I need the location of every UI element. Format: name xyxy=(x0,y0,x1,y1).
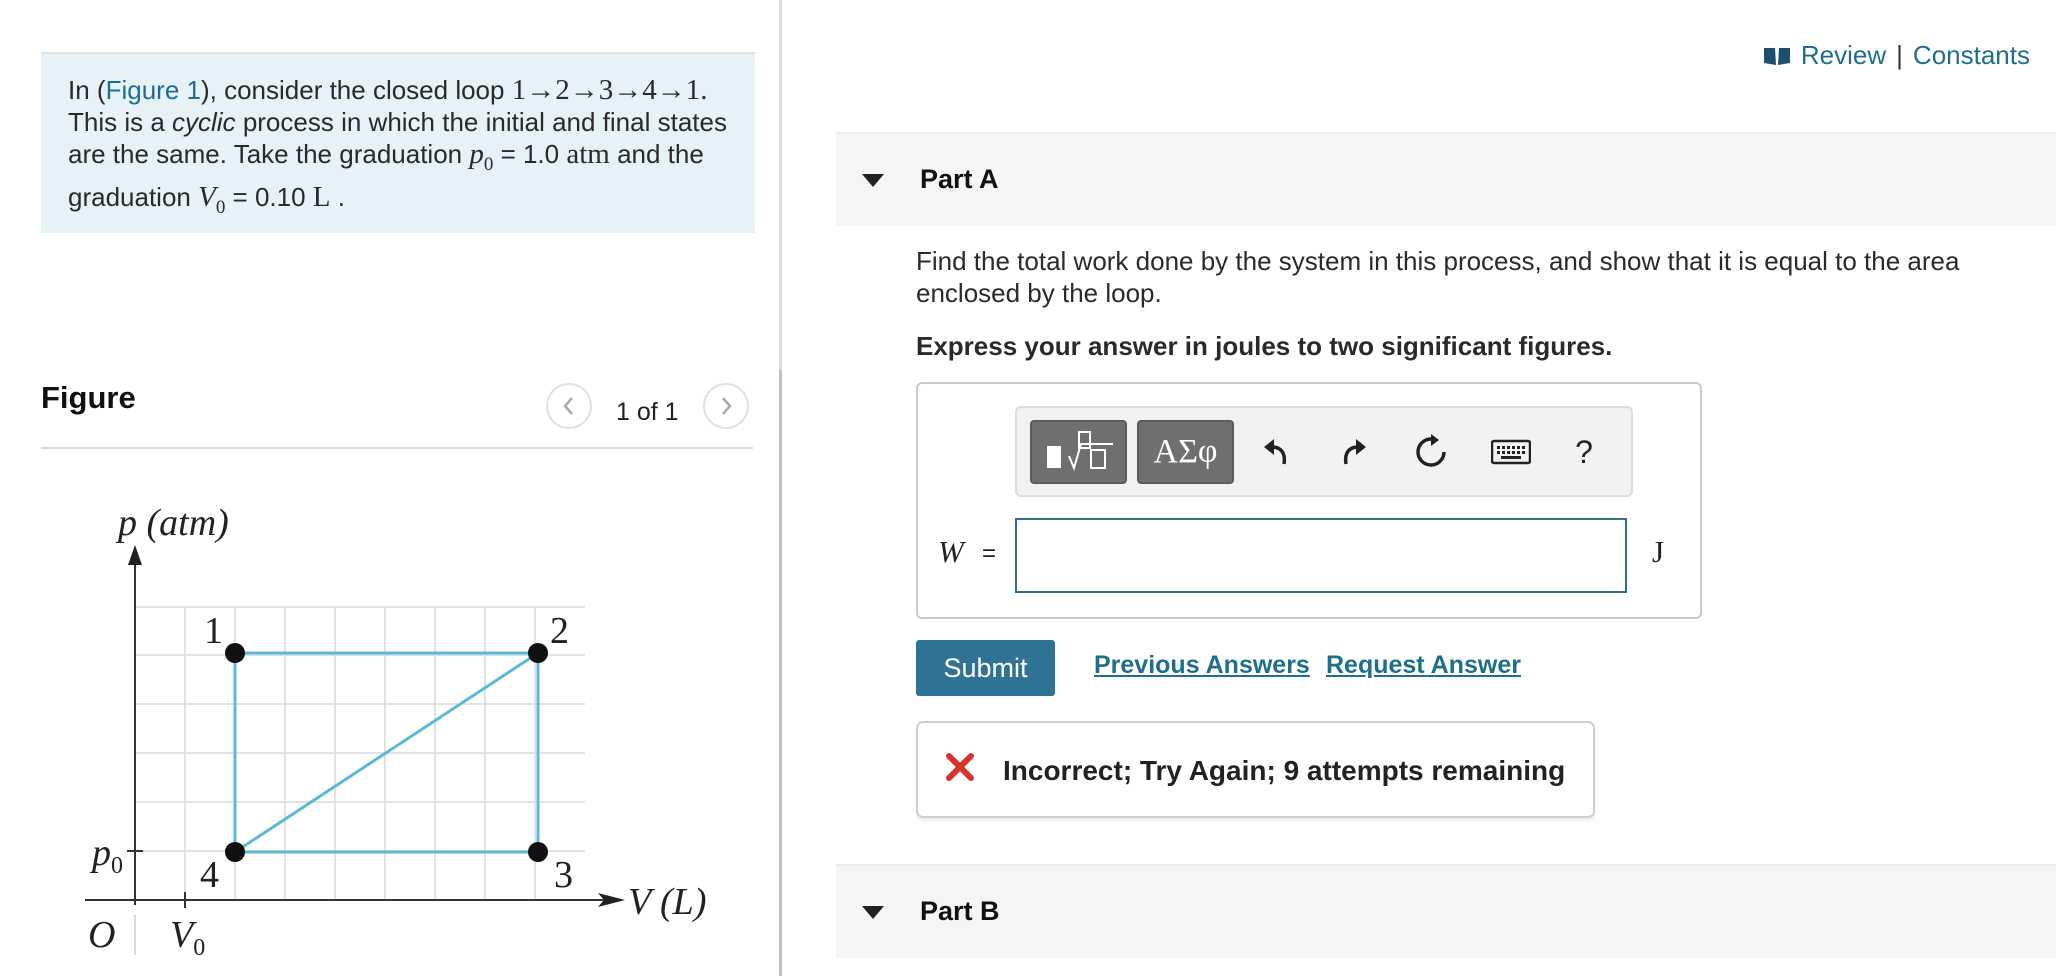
unit-label: J xyxy=(1652,534,1665,569)
request-answer-link[interactable]: Request Answer xyxy=(1326,651,1521,680)
symbols-button[interactable]: ΑΣφ xyxy=(1137,420,1234,484)
figure-counter: 1 of 1 xyxy=(616,398,679,426)
collapse-triangle-icon xyxy=(862,906,884,919)
x-mark-icon xyxy=(946,753,974,781)
figure-title: Figure xyxy=(41,380,136,415)
x-axis-label: V (L) xyxy=(628,881,706,923)
book-icon xyxy=(1763,47,1790,65)
help-button[interactable]: ? xyxy=(1557,424,1611,480)
state-label-1: 1 xyxy=(204,610,223,652)
figure-next-button[interactable] xyxy=(703,383,749,429)
state-label-2: 2 xyxy=(550,610,569,652)
feedback-text: Incorrect; Try Again; 9 attempts remaini… xyxy=(1003,755,1566,786)
review-constants: Review | Constants xyxy=(1763,40,2030,71)
answer-area: ΑΣφ ? W = J xyxy=(916,382,1702,619)
origin-label: O xyxy=(88,914,115,956)
question-text: Find the total work done by the system i… xyxy=(916,246,1960,308)
problem-text: In ( xyxy=(68,75,106,105)
p0-value: = 1.0 xyxy=(493,139,567,169)
part-a-label: Part A xyxy=(920,164,999,194)
figure-link[interactable]: Figure 1 xyxy=(106,75,201,105)
constants-link[interactable]: Constants xyxy=(1913,40,2030,71)
figure-prev-button[interactable] xyxy=(546,383,592,429)
problem-statement: In (Figure 1), consider the closed loop … xyxy=(41,52,755,233)
keyboard-icon xyxy=(1491,439,1531,465)
state-point-3 xyxy=(528,842,548,862)
keyboard-button[interactable] xyxy=(1484,424,1538,480)
p0-symbol: p0 xyxy=(469,138,494,175)
reset-icon xyxy=(1416,434,1446,467)
math-toolbar: ΑΣφ ? xyxy=(1015,406,1633,497)
answer-instruction: Express your answer in joules to two sig… xyxy=(916,331,1613,361)
problem-text: This is a xyxy=(68,107,173,137)
state-point-2 xyxy=(528,643,548,663)
loop-sequence: 1→2→3→4→1. xyxy=(511,74,708,106)
undo-button[interactable] xyxy=(1249,424,1303,480)
state-point-4 xyxy=(225,842,245,862)
previous-answers-link[interactable]: Previous Answers xyxy=(1094,651,1310,680)
part-a-header[interactable]: Part A xyxy=(836,132,2056,226)
submit-button[interactable]: Submit xyxy=(916,640,1055,696)
undo-icon xyxy=(1264,439,1287,465)
state-label-4: 4 xyxy=(200,854,219,896)
redo-icon xyxy=(1343,439,1366,465)
chevron-right-icon xyxy=(722,397,732,415)
pv-diagram: 1 2 3 4 p (atm) V (L) O p0 V0 xyxy=(85,502,706,961)
header-separator: | xyxy=(1896,40,1903,70)
redo-button[interactable] xyxy=(1327,424,1381,480)
y-axis-arrow xyxy=(128,545,142,565)
problem-emphasis: cyclic xyxy=(172,107,236,137)
math-templates-icon xyxy=(1046,431,1113,471)
problem-text: . xyxy=(330,181,345,212)
v0-value: = 0.10 xyxy=(225,181,313,212)
equals-sign: = xyxy=(982,540,997,567)
y-axis-label: p (atm) xyxy=(115,502,229,544)
state-point-1 xyxy=(225,643,245,663)
problem-text: ), consider the closed loop xyxy=(200,75,512,105)
v0-unit: L xyxy=(312,180,331,213)
state-label-3: 3 xyxy=(554,854,573,896)
v0-tick-label: V0 xyxy=(170,914,205,961)
p0-tick-label: p0 xyxy=(89,832,123,879)
feedback-box: Incorrect; Try Again; 9 attempts remaini… xyxy=(916,721,1595,818)
panel-divider[interactable] xyxy=(779,0,782,976)
templates-button[interactable] xyxy=(1030,420,1127,484)
part-b-label: Part B xyxy=(920,896,1000,926)
collapse-triangle-icon xyxy=(862,174,884,187)
variable-label: W xyxy=(938,534,964,569)
p0-unit: atm xyxy=(566,138,610,170)
v0-symbol: V0 xyxy=(198,180,226,218)
answer-input[interactable] xyxy=(1015,518,1627,593)
part-b-header[interactable]: Part B xyxy=(836,864,2056,958)
reset-button[interactable] xyxy=(1404,424,1458,480)
figure-divider xyxy=(41,447,753,449)
chevron-left-icon xyxy=(563,397,573,415)
review-link[interactable]: Review xyxy=(1801,40,1886,71)
